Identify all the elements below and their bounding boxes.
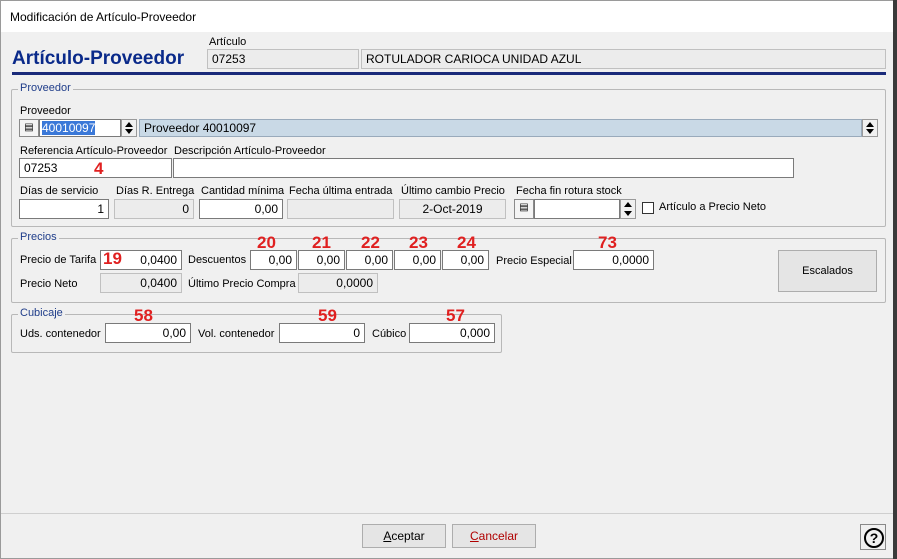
proveedor-label: Proveedor xyxy=(20,105,71,117)
precio-neto-checkbox[interactable] xyxy=(642,202,654,214)
ultimo-cambio-field: 2-Oct-2019 xyxy=(399,199,506,219)
title-bar: Modificación de Artículo-Proveedor xyxy=(1,1,894,32)
proveedor-name-field[interactable]: Proveedor 40010097 xyxy=(139,119,862,137)
vol-contenedor-label: Vol. contenedor xyxy=(198,328,275,340)
precios-group xyxy=(11,238,886,303)
vol-contenedor-input[interactable]: 0 xyxy=(279,323,365,343)
header-divider xyxy=(12,72,886,75)
aceptar-label: ceptar xyxy=(391,529,425,543)
dias-entrega-field: 0 xyxy=(114,199,194,219)
proveedor-lookup-button[interactable]: ▤ xyxy=(19,119,39,137)
cubicaje-group-title: Cubicaje xyxy=(18,307,65,319)
precio-neto-field: 0,0400 xyxy=(100,273,182,293)
window-title: Modificación de Artículo-Proveedor xyxy=(10,10,197,24)
articulo-code-field: 07253 xyxy=(207,49,359,69)
proveedor-group-title: Proveedor xyxy=(18,82,73,94)
fecha-ultima-label: Fecha última entrada xyxy=(289,185,393,197)
fecha-fin-input[interactable] xyxy=(534,199,620,219)
ultimo-cambio-label: Último cambio Precio xyxy=(401,185,505,197)
descuento-2-input[interactable]: 0,00 xyxy=(298,250,345,270)
annotation-20: 20 xyxy=(257,233,276,252)
precios-group-title: Precios xyxy=(18,231,59,243)
fecha-fin-spinner[interactable] xyxy=(620,199,636,219)
cubico-label: Cúbico xyxy=(372,328,407,340)
annotation-23: 23 xyxy=(409,233,428,252)
fecha-ultima-field xyxy=(287,199,394,219)
cubico-input[interactable]: 0,000 xyxy=(409,323,495,343)
ultimo-precio-label: Último Precio Compra xyxy=(188,278,296,290)
articulo-desc-field: ROTULADOR CARIOCA UNIDAD AZUL xyxy=(361,49,886,69)
calendar-icon: ▤ xyxy=(519,202,529,213)
descuento-4-input[interactable]: 0,00 xyxy=(394,250,441,270)
proveedor-code-input[interactable]: 40010097 xyxy=(39,119,121,137)
escalados-button[interactable]: Escalados xyxy=(778,250,877,292)
desc-input[interactable] xyxy=(173,158,794,178)
precio-especial-label: Precio Especial xyxy=(496,255,572,267)
descuentos-label: Descuentos xyxy=(188,254,247,266)
articulo-label: Artículo xyxy=(209,36,247,48)
footer-divider xyxy=(1,513,894,514)
dias-servicio-label: Días de servicio xyxy=(20,185,99,197)
help-button[interactable]: ? xyxy=(860,524,886,550)
annotation-4: 4 xyxy=(94,159,104,178)
cancelar-button[interactable]: Cancelar xyxy=(452,524,536,548)
annotation-24: 24 xyxy=(457,233,476,252)
dialog-window: Modificación de Artículo-Proveedor Artíc… xyxy=(0,0,895,559)
proveedor-name-spinner[interactable] xyxy=(862,119,878,137)
uds-contenedor-input[interactable]: 0,00 xyxy=(105,323,191,343)
precio-tarifa-label: Precio de Tarifa xyxy=(20,254,97,266)
desc-label: Descripción Artículo-Proveedor xyxy=(174,145,326,157)
descuento-5-input[interactable]: 0,00 xyxy=(442,250,489,270)
dias-entrega-label: Días R. Entrega xyxy=(116,185,195,197)
annotation-57: 57 xyxy=(446,306,465,325)
precio-especial-input[interactable]: 0,0000 xyxy=(573,250,654,270)
cantidad-minima-label: Cantidad mínima xyxy=(201,185,285,197)
descuento-3-input[interactable]: 0,00 xyxy=(346,250,393,270)
page-title: Artículo-Proveedor xyxy=(12,48,185,69)
annotation-59: 59 xyxy=(318,306,337,325)
fecha-fin-label: Fecha fin rotura stock xyxy=(516,185,622,197)
lookup-icon: ▤ xyxy=(24,122,34,133)
cantidad-minima-input[interactable]: 0,00 xyxy=(199,199,283,219)
cancelar-label: ancelar xyxy=(478,529,519,543)
background-window-edge xyxy=(893,0,897,559)
proveedor-code-selected: 40010097 xyxy=(42,121,96,135)
annotation-22: 22 xyxy=(361,233,380,252)
uds-contenedor-label: Uds. contenedor xyxy=(20,328,101,340)
annotation-73: 73 xyxy=(598,233,617,252)
ref-label: Referencia Artículo-Proveedor xyxy=(20,145,168,157)
precio-neto-checkbox-label: Artículo a Precio Neto xyxy=(659,201,766,213)
dias-servicio-input[interactable]: 1 xyxy=(19,199,109,219)
ultimo-precio-field: 0,0000 xyxy=(298,273,378,293)
help-icon: ? xyxy=(864,528,884,548)
precio-neto-label: Precio Neto xyxy=(20,278,78,290)
proveedor-spinner[interactable] xyxy=(121,119,137,137)
annotation-19: 19 xyxy=(103,249,122,268)
aceptar-button[interactable]: Aceptar xyxy=(362,524,446,548)
descuento-1-input[interactable]: 0,00 xyxy=(250,250,297,270)
annotation-21: 21 xyxy=(312,233,331,252)
annotation-58: 58 xyxy=(134,306,153,325)
fecha-fin-calendar-button[interactable]: ▤ xyxy=(514,199,534,219)
cancelar-mnemonic: C xyxy=(469,529,479,543)
